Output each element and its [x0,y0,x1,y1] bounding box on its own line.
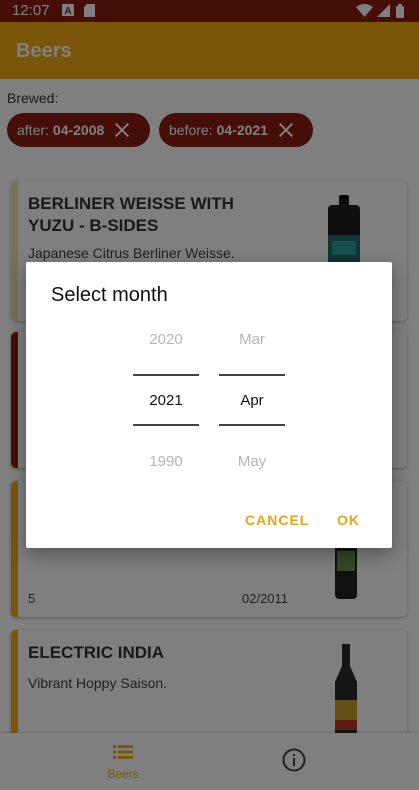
ok-button[interactable]: OK [337,512,360,528]
dialog-title: Select month [51,284,168,306]
month-picker-divider [219,424,285,426]
year-next-option[interactable]: 1990 [133,453,199,470]
month-prev-option[interactable]: Mar [219,331,285,348]
month-selected-option[interactable]: Apr [219,392,285,409]
year-picker-divider [133,424,199,426]
year-picker-divider [133,374,199,376]
year-selected-option[interactable]: 2021 [133,392,199,409]
month-picker[interactable]: Mar Apr May [219,320,285,490]
select-month-dialog: Select month 2020 2021 1990 Mar Apr May … [26,262,392,548]
cancel-button[interactable]: CANCEL [245,512,309,528]
year-picker[interactable]: 2020 2021 1990 [133,320,199,490]
month-picker-divider [219,374,285,376]
year-prev-option[interactable]: 2020 [133,331,199,348]
month-next-option[interactable]: May [219,453,285,470]
